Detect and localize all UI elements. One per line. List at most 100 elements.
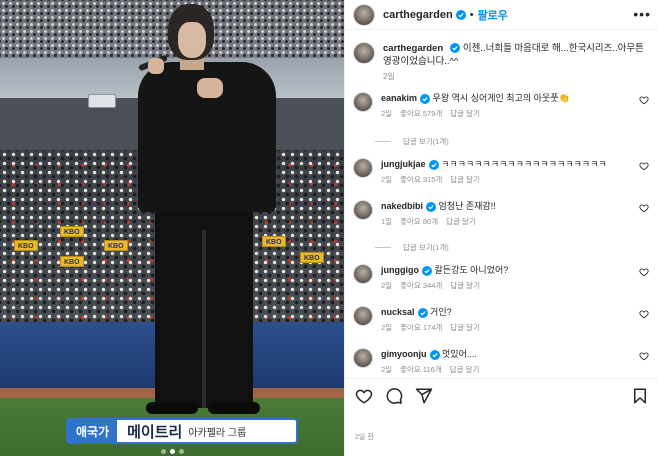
reply-button[interactable]: 답글 달기	[450, 364, 480, 375]
view-replies-label[interactable]: 답글 보기(1개)	[403, 242, 449, 253]
comment-text: jungjukjae ㅋㅋㅋㅋㅋㅋㅋㅋㅋㅋㅋㅋㅋㅋㅋㅋㅋㅋㅋㅋ	[381, 158, 631, 171]
comment-username[interactable]: junggigo	[381, 265, 419, 275]
comment-username[interactable]: nakedbibi	[381, 201, 423, 211]
comment-time: 2일	[381, 365, 393, 374]
reply-button[interactable]: 답글 달기	[446, 216, 476, 227]
carousel-dots	[0, 449, 344, 454]
carousel-dot-active[interactable]	[169, 449, 175, 454]
heart-icon[interactable]	[639, 351, 649, 361]
comment-body: 우왕 역시 싱어게인 최고의 아웃풋👏	[432, 93, 570, 103]
more-icon[interactable]: •••	[633, 7, 651, 21]
comment-time: 2일	[381, 175, 393, 184]
avatar[interactable]	[353, 348, 373, 368]
comment-time: 2일	[381, 109, 393, 118]
reply-button[interactable]: 답글 달기	[450, 174, 480, 185]
comment-text: nakedbibi 엄청난 존재감!!	[381, 200, 631, 213]
kbo-sign: KBO	[300, 252, 324, 263]
singer-leg-gap	[202, 230, 206, 408]
separator-bullet: •	[469, 8, 474, 21]
caption-time: 2일	[383, 72, 395, 81]
comment-likes[interactable]: 좋아요 315개	[400, 174, 442, 185]
post-side-panel: carthegarden • 팔로우 ••• carthegarden 이젠..…	[344, 0, 658, 456]
comment-time: 2일	[381, 281, 393, 290]
verified-icon	[455, 9, 466, 20]
verified-icon	[429, 349, 440, 360]
kbo-sign: KBO	[104, 240, 128, 251]
follow-button[interactable]: 팔로우	[478, 7, 508, 23]
carousel-dot[interactable]	[178, 449, 184, 454]
comment-body: ㅋㅋㅋㅋㅋㅋㅋㅋㅋㅋㅋㅋㅋㅋㅋㅋㅋㅋㅋㅋ	[441, 159, 607, 169]
heart-icon[interactable]	[639, 267, 649, 277]
comment: nakedbibi 엄청난 존재감!! 1일 좋아요 80개 답글 달기	[353, 200, 653, 226]
comment-time: 1일	[381, 217, 393, 226]
broadcast-caption-name: 메이트리	[127, 423, 183, 441]
comment-username[interactable]: jungjukjae	[381, 159, 426, 169]
kbo-sign: KBO	[60, 226, 84, 237]
comment-text: nucksal 거인?	[381, 306, 631, 319]
broadcast-caption-tag: 애국가	[68, 420, 118, 442]
post-photo[interactable]: KBO KBO KBO KBO KBO KBO 애국가 메이트리 아카펠라 그룹	[0, 0, 344, 456]
comment-body: 엄청난 존재감!!	[438, 201, 496, 211]
verified-icon	[450, 43, 461, 54]
verified-icon	[428, 159, 439, 170]
comment-likes[interactable]: 좋아요 344개	[400, 280, 442, 291]
view-replies[interactable]: 답글 보기(1개)	[375, 242, 449, 253]
comment: nucksal 거인? 2일 좋아요 174개 답글 달기	[353, 306, 653, 332]
heart-icon[interactable]	[639, 95, 649, 105]
singer-hand	[148, 58, 164, 74]
comment-likes[interactable]: 좋아요 579개	[400, 108, 442, 119]
speaker	[88, 94, 116, 108]
caption-username[interactable]: carthegarden	[383, 43, 443, 54]
reply-button[interactable]: 답글 달기	[450, 280, 480, 291]
heart-icon[interactable]	[639, 309, 649, 319]
broadcast-caption-sub: 아카펠라 그룹	[188, 427, 247, 439]
kbo-sign: KBO	[14, 240, 38, 251]
comment-text: junggigo 칼든강도 아니었어?	[381, 264, 631, 277]
comment-text: eanakim 우왕 역시 싱어게인 최고의 아웃풋👏	[381, 92, 631, 105]
comment-username[interactable]: gimyoonju	[381, 349, 427, 359]
carousel-dot[interactable]	[160, 449, 166, 454]
comment-username[interactable]: eanakim	[381, 93, 417, 103]
singer-shoe	[208, 402, 260, 414]
verified-icon	[420, 93, 431, 104]
singer-shoe	[146, 402, 198, 414]
caption-text: carthegarden 이젠..너희들 마음대로 해...한국시리즈..아무튼…	[383, 42, 645, 68]
avatar[interactable]	[353, 200, 373, 220]
avatar[interactable]	[353, 42, 375, 64]
comment: junggigo 칼든강도 아니었어? 2일 좋아요 344개 답글 달기	[353, 264, 653, 290]
action-bar	[345, 378, 658, 412]
post-caption: carthegarden 이젠..너희들 마음대로 해...한국시리즈..아무튼…	[353, 42, 653, 68]
comment-body: 거인?	[430, 307, 452, 317]
heart-icon[interactable]	[639, 203, 649, 213]
comment-icon[interactable]	[385, 387, 403, 405]
comment-username[interactable]: nucksal	[381, 307, 415, 317]
heart-icon[interactable]	[355, 387, 373, 405]
heart-icon[interactable]	[639, 161, 649, 171]
share-icon[interactable]	[415, 387, 433, 405]
verified-icon	[426, 201, 437, 212]
avatar[interactable]	[353, 306, 373, 326]
avatar[interactable]	[353, 3, 375, 26]
reply-button[interactable]: 답글 달기	[450, 322, 480, 333]
broadcast-caption: 애국가 메이트리 아카펠라 그룹	[66, 418, 298, 444]
comment-body: 칼든강도 아니었어?	[434, 265, 509, 275]
replies-line	[375, 141, 391, 142]
comment: jungjukjae ㅋㅋㅋㅋㅋㅋㅋㅋㅋㅋㅋㅋㅋㅋㅋㅋㅋㅋㅋㅋ 2일 좋아요 3…	[353, 158, 653, 184]
singer-face	[178, 22, 206, 58]
comment: eanakim 우왕 역시 싱어게인 최고의 아웃풋👏 2일 좋아요 579개 …	[353, 92, 653, 118]
reply-button[interactable]: 답글 달기	[450, 108, 480, 119]
avatar[interactable]	[353, 158, 373, 178]
header-username[interactable]: carthegarden	[383, 9, 453, 21]
bookmark-icon[interactable]	[631, 387, 649, 405]
view-replies[interactable]: 답글 보기(1개)	[375, 136, 449, 147]
comment-text: gimyoonju 멋있어....	[381, 348, 631, 361]
comment-likes[interactable]: 좋아요 80개	[400, 216, 438, 227]
avatar[interactable]	[353, 264, 373, 284]
kbo-sign: KBO	[262, 236, 286, 247]
comment-likes[interactable]: 좋아요 174개	[400, 322, 442, 333]
singer-hand	[197, 78, 223, 98]
view-replies-label[interactable]: 답글 보기(1개)	[403, 136, 449, 147]
verified-icon	[417, 307, 428, 318]
comment-likes[interactable]: 좋아요 116개	[400, 364, 442, 375]
avatar[interactable]	[353, 92, 373, 112]
